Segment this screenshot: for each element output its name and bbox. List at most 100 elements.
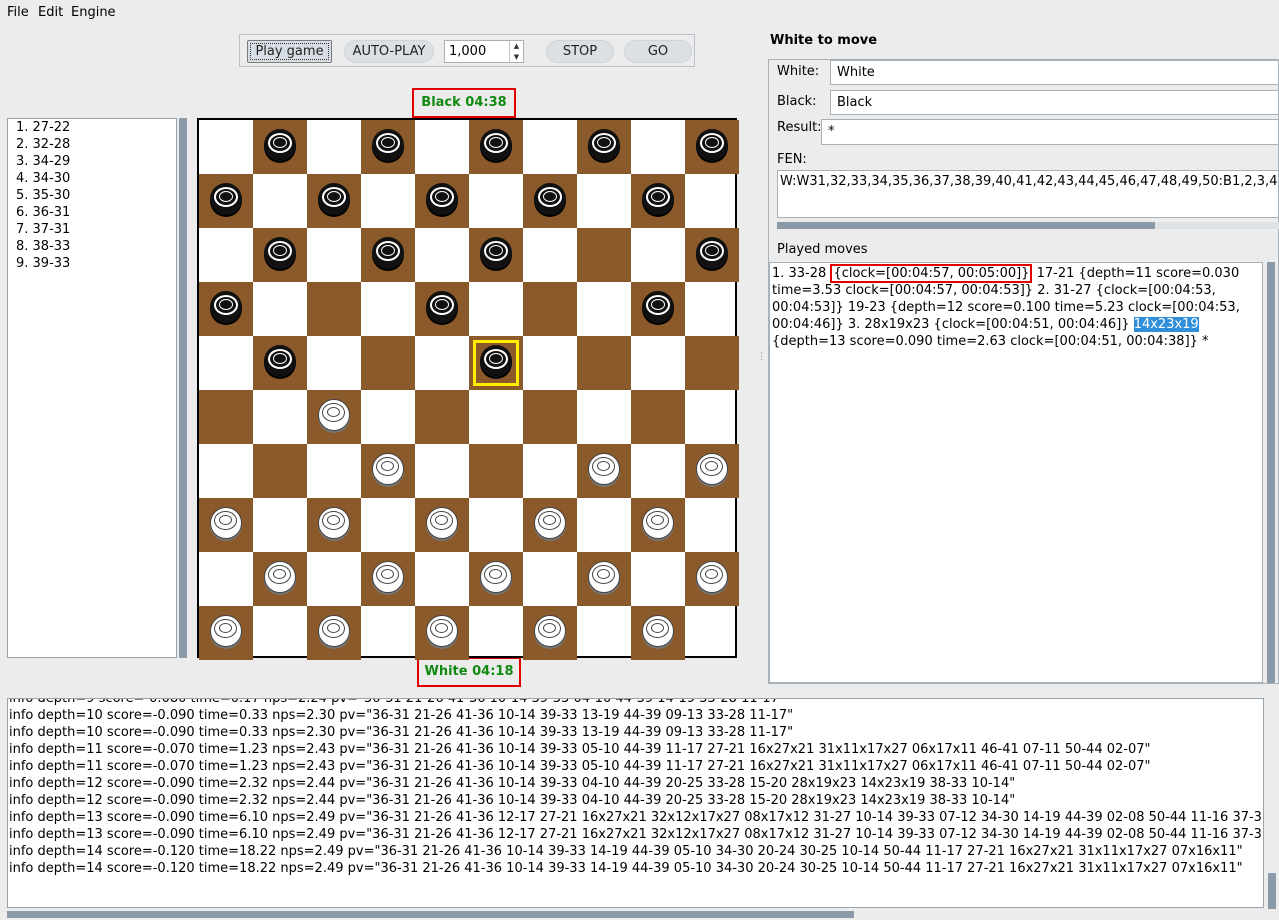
- white-man-icon[interactable]: [642, 615, 674, 647]
- black-man-icon[interactable]: [696, 129, 728, 161]
- move-list-item[interactable]: 8. 38-33: [16, 239, 70, 254]
- move-list-item[interactable]: 7. 37-31: [16, 222, 70, 237]
- played-moves-label: Played moves: [777, 242, 868, 257]
- auto-play-button[interactable]: AUTO-PLAY: [344, 40, 434, 63]
- engine-log-horizontal-scrollbar[interactable]: [7, 911, 854, 918]
- dark-square[interactable]: [577, 228, 631, 282]
- white-man-icon[interactable]: [372, 561, 404, 593]
- white-man-icon[interactable]: [642, 507, 674, 539]
- black-man-icon[interactable]: [372, 129, 404, 161]
- depth-spinbox-value[interactable]: 1,000: [449, 44, 486, 59]
- light-square: [253, 174, 307, 228]
- white-man-icon[interactable]: [696, 453, 728, 485]
- light-square: [253, 606, 307, 660]
- fen-scroll-thumb[interactable]: [777, 222, 1155, 229]
- focus-ring: [250, 43, 329, 60]
- black-man-icon[interactable]: [264, 237, 296, 269]
- black-man-icon[interactable]: [642, 291, 674, 323]
- light-square: [307, 120, 361, 174]
- spin-down-icon[interactable]: ▼: [509, 52, 523, 63]
- light-square: [577, 498, 631, 552]
- go-button[interactable]: GO: [624, 40, 692, 63]
- black-man-icon[interactable]: [480, 129, 512, 161]
- dark-square[interactable]: [577, 336, 631, 390]
- move-list-item[interactable]: 5. 35-30: [16, 188, 70, 203]
- splitter-handle[interactable]: ⋮: [757, 352, 766, 362]
- black-man-icon[interactable]: [480, 345, 512, 377]
- white-man-icon[interactable]: [480, 561, 512, 593]
- black-man-icon[interactable]: [210, 291, 242, 323]
- dark-square[interactable]: [361, 336, 415, 390]
- black-man-icon[interactable]: [480, 237, 512, 269]
- dark-square[interactable]: [307, 282, 361, 336]
- dark-square[interactable]: [469, 444, 523, 498]
- white-man-icon[interactable]: [318, 399, 350, 431]
- black-man-icon[interactable]: [642, 183, 674, 215]
- spin-up-icon[interactable]: ▲: [509, 41, 523, 52]
- dark-square[interactable]: [631, 390, 685, 444]
- white-man-icon[interactable]: [318, 507, 350, 539]
- move-list-item[interactable]: 9. 39-33: [16, 256, 70, 271]
- black-man-icon[interactable]: [264, 345, 296, 377]
- menu-engine[interactable]: Engine: [71, 5, 116, 20]
- white-man-icon[interactable]: [588, 561, 620, 593]
- white-man-icon[interactable]: [426, 615, 458, 647]
- light-square: [577, 282, 631, 336]
- white-man-icon[interactable]: [210, 507, 242, 539]
- menu-file[interactable]: File: [7, 5, 29, 20]
- move-list-scrollbar[interactable]: [179, 118, 187, 658]
- move-list-item[interactable]: 4. 34-30: [16, 171, 70, 186]
- black-man-icon[interactable]: [426, 291, 458, 323]
- black-man-icon[interactable]: [534, 183, 566, 215]
- white-man-icon[interactable]: [372, 453, 404, 485]
- light-square: [685, 606, 739, 660]
- menu-edit[interactable]: Edit: [38, 5, 63, 20]
- engine-log-vertical-scrollbar[interactable]: [1268, 873, 1276, 909]
- white-label: White:: [777, 64, 820, 79]
- dark-square[interactable]: [253, 444, 307, 498]
- move-list[interactable]: 1. 27-22 2. 32-28 3. 34-29 4. 34-30 5. 35-30…: [7, 118, 177, 658]
- black-man-icon[interactable]: [372, 237, 404, 269]
- light-square: [361, 174, 415, 228]
- result-field[interactable]: *: [821, 119, 1279, 145]
- white-man-icon[interactable]: [534, 507, 566, 539]
- play-game-button[interactable]: Play game: [247, 40, 332, 63]
- white-man-icon[interactable]: [210, 615, 242, 647]
- dark-square[interactable]: [523, 390, 577, 444]
- selected-move[interactable]: 14x23x19: [1133, 317, 1199, 332]
- depth-spinbox[interactable]: 1,000 ▲ ▼: [444, 40, 524, 63]
- white-man-icon[interactable]: [588, 453, 620, 485]
- white-man-icon[interactable]: [534, 615, 566, 647]
- played-moves-scrollbar[interactable]: [1267, 262, 1275, 683]
- black-man-icon[interactable]: [210, 183, 242, 215]
- black-man-icon[interactable]: [588, 129, 620, 161]
- black-man-icon[interactable]: [696, 237, 728, 269]
- dark-square[interactable]: [685, 336, 739, 390]
- white-man-icon[interactable]: [264, 561, 296, 593]
- move-list-item[interactable]: 6. 36-31: [16, 205, 70, 220]
- menu-bar: File Edit Engine: [0, 0, 1279, 26]
- white-man-icon[interactable]: [696, 561, 728, 593]
- move-list-item[interactable]: 3. 34-29: [16, 154, 70, 169]
- light-square: [523, 228, 577, 282]
- black-man-icon[interactable]: [426, 183, 458, 215]
- white-man-icon[interactable]: [426, 507, 458, 539]
- engine-output-log[interactable]: info depth=9 score=-0.080 time=0.17 nps=…: [7, 698, 1264, 908]
- dark-square[interactable]: [199, 390, 253, 444]
- engine-log-line: info depth=12 score=-0.090 time=2.32 nps…: [9, 776, 1016, 791]
- played-moves-text[interactable]: 1. 33-28 {clock=[00:04:57, 00:05:00]} 17…: [769, 262, 1263, 683]
- white-man-icon[interactable]: [318, 615, 350, 647]
- checkers-board[interactable]: [197, 118, 739, 660]
- stop-button[interactable]: STOP: [546, 40, 614, 63]
- black-man-icon[interactable]: [318, 183, 350, 215]
- light-square: [631, 336, 685, 390]
- black-man-icon[interactable]: [264, 129, 296, 161]
- move-list-item[interactable]: 2. 32-28: [16, 137, 70, 152]
- dark-square[interactable]: [415, 390, 469, 444]
- dark-square[interactable]: [523, 282, 577, 336]
- white-player-field[interactable]: White: [830, 60, 1279, 85]
- played-move-text: {depth=13 score=0.090 time=2.63 clock=[0…: [772, 334, 1209, 349]
- fen-field[interactable]: W:W31,32,33,34,35,36,37,38,39,40,41,42,4…: [777, 170, 1279, 218]
- move-list-item[interactable]: 1. 27-22: [16, 120, 70, 135]
- black-player-field[interactable]: Black: [830, 90, 1279, 115]
